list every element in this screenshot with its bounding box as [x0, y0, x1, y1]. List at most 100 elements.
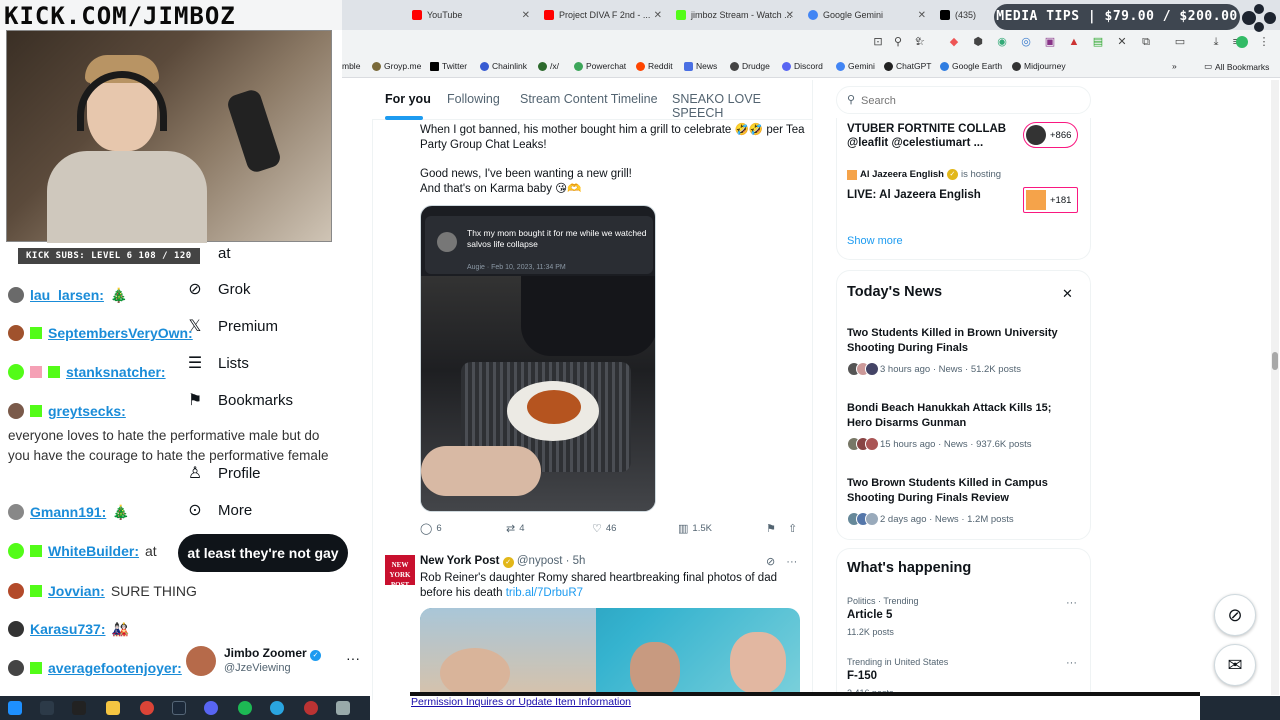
nav-grok[interactable]: ⊘ Grok [186, 274, 250, 304]
account-switcher[interactable]: Jimbo Zoomer ✓ @JzeViewing ··· [186, 644, 366, 680]
avatar[interactable] [1236, 36, 1248, 48]
bookmark-button[interactable]: ⚑ [766, 522, 776, 535]
search-input[interactable] [861, 91, 1081, 111]
live-listeners-pill[interactable]: +866 [1023, 122, 1079, 148]
nav-more[interactable]: ⊙ More [186, 495, 252, 525]
bookmark-item[interactable]: Google Earth [940, 61, 1002, 71]
messages-button[interactable]: ✉ [1214, 644, 1256, 686]
sidepanel-icon[interactable]: ▭ [1174, 36, 1186, 48]
live-broadcast-title[interactable]: VTUBER FORTNITE COLLAB @leaflit @celesti… [847, 122, 1017, 150]
scrollbar[interactable] [1271, 80, 1279, 695]
trend-name[interactable]: F-150 [847, 670, 877, 682]
more-icon[interactable]: ··· [1066, 657, 1077, 669]
extension-icon[interactable]: ◎ [1020, 36, 1032, 48]
live-listeners-pill[interactable]: +181 [1023, 187, 1079, 213]
trend-name[interactable]: Article 5 [847, 609, 892, 621]
bookmark-item[interactable]: Powerchat [574, 61, 626, 71]
bookmark-item[interactable]: Discord [782, 61, 823, 71]
bookmark-item[interactable]: News [684, 61, 717, 71]
more-icon[interactable]: ··· [346, 650, 360, 666]
scrollbar-thumb[interactable] [1272, 352, 1278, 370]
tab-stream-content-timeline[interactable]: Stream Content Timeline [520, 92, 658, 106]
bookmark-item[interactable]: Drudge [730, 61, 770, 71]
nav-bookmarks[interactable]: ⚑ Bookmarks [186, 385, 293, 415]
grok-button[interactable]: ⊘ [1214, 594, 1256, 636]
reply-button[interactable]: ◯ 6 [420, 522, 442, 535]
post-photo[interactable] [420, 608, 800, 698]
tab-kick-stream[interactable]: jimboz Stream - Watch ... ✕ [670, 4, 798, 26]
tab-following[interactable]: Following [447, 92, 500, 106]
close-icon[interactable]: ✕ [1062, 286, 1073, 302]
extension-icon[interactable]: ▤ [1092, 36, 1104, 48]
download-icon[interactable]: ⤓ [1210, 36, 1222, 48]
search-icon[interactable] [40, 701, 54, 715]
extension-icon[interactable]: ⬢ [972, 36, 984, 48]
spotify-icon[interactable] [238, 701, 252, 715]
tab-youtube[interactable]: YouTube ✕ [406, 4, 534, 26]
bookmark-item[interactable]: Groyp.me [372, 61, 421, 71]
share-button[interactable]: ⇧ [788, 522, 797, 535]
tab-sneako-love-speech[interactable]: SNEAKO LOVE SPEECH [672, 92, 812, 120]
close-icon[interactable]: ✕ [522, 10, 530, 21]
news-item[interactable]: Two Students Killed in Brown University … [847, 326, 1077, 355]
post-media[interactable]: Thx my mom bought it for me while we wat… [420, 205, 656, 512]
views-button[interactable]: ▥ 1.5K [678, 522, 712, 535]
steam-icon[interactable] [172, 701, 186, 715]
star-icon[interactable]: ☆ [914, 36, 926, 48]
close-icon[interactable]: ✕ [654, 10, 662, 21]
menu-icon[interactable]: ⋮ [1258, 36, 1270, 48]
post-author[interactable]: New York Post [420, 555, 499, 567]
zoom-icon[interactable]: ⚲ [892, 36, 904, 48]
bookmark-item[interactable]: Twitter [430, 61, 467, 71]
more-icon[interactable]: ··· [1066, 597, 1077, 609]
extension-icon[interactable]: ◉ [996, 36, 1008, 48]
news-item[interactable]: Two Brown Students Killed in Campus Shoo… [847, 476, 1077, 505]
show-more-link[interactable]: Show more [847, 235, 903, 247]
extension-icon[interactable]: ▣ [1044, 36, 1056, 48]
bookmark-item[interactable]: Chainlink [480, 61, 527, 71]
close-icon[interactable]: ✕ [918, 10, 926, 21]
bookmark-item[interactable]: ChatGPT [884, 61, 931, 71]
tab-project-diva[interactable]: Project DIVA F 2nd - ... ✕ [538, 4, 666, 26]
status-link[interactable]: Permission Inquires or Update Item Infor… [410, 696, 1200, 714]
post-link[interactable]: trib.al/7DrbuR7 [506, 587, 583, 599]
tab-for-you[interactable]: For you [385, 92, 431, 106]
news-item[interactable]: Bondi Beach Hanukkah Attack Kills 15; He… [847, 401, 1077, 430]
extension-icon[interactable]: ◆ [948, 36, 960, 48]
chat-message: SeptembersVeryOwn: [8, 322, 193, 344]
telegram-icon[interactable] [270, 701, 284, 715]
extension-icon[interactable]: ▲ [1068, 36, 1080, 48]
bookmarks-overflow-icon[interactable]: » [1172, 61, 1177, 71]
bookmark-item[interactable]: Reddit [636, 61, 673, 71]
bookmark-item[interactable]: /x/ [538, 61, 559, 71]
nav-premium[interactable]: 𝕏 Premium [186, 311, 278, 341]
post-handle[interactable]: @nypost · 5h [517, 555, 586, 567]
live-broadcast-title[interactable]: LIVE: Al Jazeera English [847, 188, 1017, 202]
close-icon[interactable]: ✕ [786, 10, 794, 21]
bookmark-item[interactable]: Gemini [836, 61, 875, 71]
chrome-icon[interactable] [140, 701, 154, 715]
all-bookmarks[interactable]: ▭ All Bookmarks [1204, 61, 1269, 72]
bookmark-item[interactable]: mble [342, 61, 360, 71]
grok-icon[interactable]: ⊘ [766, 556, 775, 568]
discord-icon[interactable] [204, 701, 218, 715]
obs-icon[interactable] [304, 701, 318, 715]
bookmark-item[interactable]: Midjourney [1012, 61, 1066, 71]
search-bar[interactable]: ⚲ [836, 86, 1091, 114]
install-icon[interactable]: ⊡ [872, 36, 884, 48]
app-icon[interactable] [336, 701, 350, 715]
repost-button[interactable]: ⇄ 4 [506, 522, 525, 535]
discord-icon [782, 61, 791, 71]
tab-gemini[interactable]: Google Gemini ✕ [802, 4, 930, 26]
x-icon[interactable]: ✕ [1116, 36, 1128, 48]
more-icon[interactable]: ··· [786, 556, 797, 568]
terminal-icon[interactable] [72, 701, 86, 715]
nav-chat[interactable]: at [186, 238, 231, 268]
puzzle-icon[interactable]: ⧉ [1140, 36, 1152, 48]
like-button[interactable]: ♡ 46 [592, 522, 616, 535]
tab-x[interactable]: (435) [934, 4, 994, 26]
nypost-avatar[interactable]: NEW YORK POST [385, 555, 415, 589]
windows-start-icon[interactable] [8, 701, 22, 715]
folder-icon[interactable] [106, 701, 120, 715]
nav-lists[interactable]: ☰ Lists [186, 348, 249, 378]
